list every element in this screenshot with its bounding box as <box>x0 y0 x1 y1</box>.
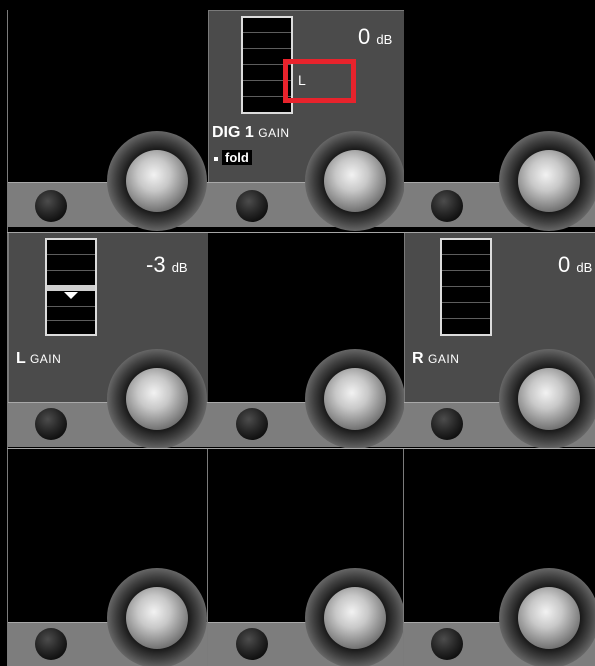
channel-dig1: 0 dB L DIG 1 GAIN fold <box>208 10 404 232</box>
small-knob-icon[interactable] <box>236 190 268 222</box>
small-knob-icon[interactable] <box>35 190 67 222</box>
channel-label: R GAIN <box>412 350 460 367</box>
fold-indicator[interactable]: fold <box>214 150 252 165</box>
small-knob-icon[interactable] <box>35 408 67 440</box>
bullet-icon <box>214 156 218 161</box>
small-knob-icon[interactable] <box>236 628 268 660</box>
knob-icon[interactable] <box>107 131 207 231</box>
small-knob-icon[interactable] <box>431 408 463 440</box>
mixer-grid: 0 dB L DIG 1 GAIN fold -3 dB L GAIN 0 dB… <box>0 0 595 666</box>
small-knob-icon[interactable] <box>431 628 463 660</box>
knob-icon[interactable] <box>305 349 404 448</box>
knob-icon[interactable] <box>499 568 595 666</box>
small-knob-icon[interactable] <box>35 628 67 660</box>
meter-icon <box>45 238 97 336</box>
channel-label: DIG 1 GAIN <box>212 124 290 141</box>
level-readout: -3 dB <box>146 252 188 277</box>
knob-icon[interactable] <box>107 349 207 448</box>
channel-cell-r3c3 <box>404 448 595 666</box>
knob-icon[interactable] <box>305 131 404 231</box>
grid-divider <box>7 10 8 666</box>
highlight-label: L <box>298 72 306 88</box>
channel-left: -3 dB L GAIN <box>8 232 208 448</box>
meter-icon <box>440 238 492 336</box>
channel-label: L GAIN <box>16 350 62 367</box>
channel-right: 0 dB R GAIN <box>404 232 595 448</box>
knob-icon[interactable] <box>107 568 207 666</box>
level-readout: 0 dB <box>358 24 393 49</box>
level-readout: 0 dB <box>558 252 593 277</box>
channel-cell-r3c1 <box>8 448 208 666</box>
fader-pointer-icon <box>64 292 78 299</box>
grid-divider <box>207 448 208 666</box>
highlight-box: L <box>283 59 356 103</box>
grid-divider <box>7 448 595 449</box>
channel-cell-r2c2 <box>208 232 404 448</box>
knob-icon[interactable] <box>305 568 404 666</box>
grid-divider <box>403 448 404 666</box>
fader-icon[interactable] <box>47 285 95 291</box>
small-knob-icon[interactable] <box>431 190 463 222</box>
small-knob-icon[interactable] <box>236 408 268 440</box>
knob-icon[interactable] <box>499 349 595 448</box>
channel-cell-r1c1 <box>8 10 208 232</box>
knob-icon[interactable] <box>499 131 595 231</box>
channel-cell-r1c3 <box>404 10 595 232</box>
grid-divider <box>7 232 595 233</box>
channel-cell-r3c2 <box>208 448 404 666</box>
